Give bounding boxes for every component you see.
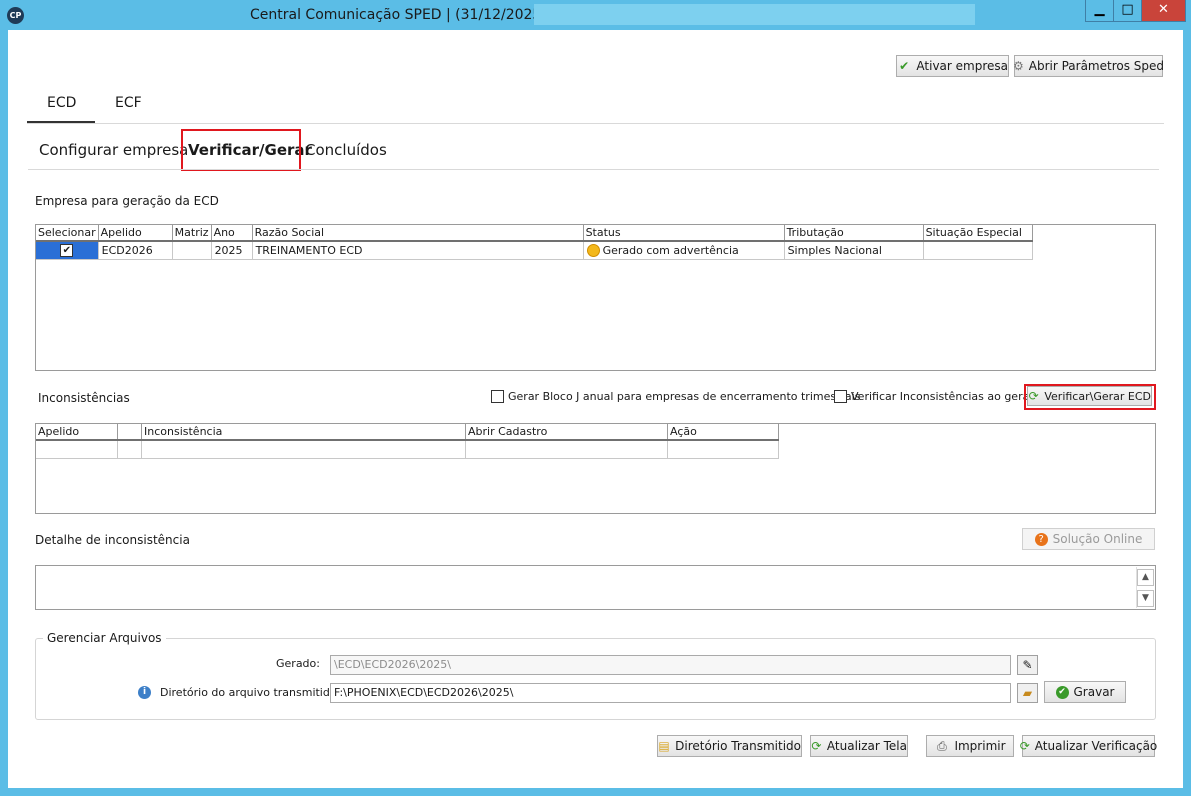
cell-apelido: ECD2026 [98,241,173,260]
title-bar: CP Central Comunicação SPED | (31/12/202… [0,0,1191,30]
scroll-up-icon[interactable]: ▲ [1137,569,1154,586]
close-button[interactable]: ✕ [1141,0,1186,22]
cell [36,440,118,459]
minimize-button[interactable]: ▁ [1085,0,1114,22]
select-cell[interactable]: ✔ [36,241,99,260]
atualizar-verificacao-button[interactable]: ⟳ Atualizar Verificação [1019,735,1158,757]
inconsistencias-header-row: Apelido Inconsistência Abrir Cadastro Aç… [36,424,779,441]
highlight-verificar-gerar [181,129,301,171]
gear-icon: ⚙ [1012,58,1024,73]
col-matriz[interactable]: Matriz [172,225,212,242]
highlight-verificar-gerar-ecd [1024,384,1156,410]
col-situacao-especial[interactable]: Situação Especial [923,225,1033,242]
gravar-label: Gravar [1073,685,1115,699]
window-title: Central Comunicação SPED | (31/12/2025) [250,7,547,23]
maximize-button[interactable]: □ [1113,0,1142,22]
diretorio-transmitido-label: Diretório Transmitido [675,739,801,753]
title-redacted-area [534,4,975,25]
gerenciar-arquivos-title: Gerenciar Arquivos [43,631,166,645]
empresa-header-row: Selecionar Apelido Matriz Ano Razão Soci… [36,225,1033,242]
col-selecionar[interactable]: Selecionar [36,225,99,242]
detalhe-title: Detalhe de inconsistência [35,533,190,547]
status-warning-icon [586,244,600,258]
scroll-down-icon[interactable]: ▼ [1137,590,1154,607]
refresh-icon: ⟳ [1019,738,1030,753]
cell [117,440,142,459]
col-acao[interactable]: Ação [667,424,779,441]
cell-ano: 2025 [211,241,253,260]
help-icon: ? [1034,532,1048,546]
col-apelido[interactable]: Apelido [36,424,118,441]
checkmark-icon: ✔ [899,58,910,73]
solucao-online-button[interactable]: ? Solução Online [1022,528,1155,550]
detalhe-textarea[interactable]: ▲ ▼ [35,565,1156,610]
empresa-section-title: Empresa para geração da ECD [35,194,219,208]
refresh-icon: ⟳ [811,738,822,753]
inconsistencias-table: Apelido Inconsistência Abrir Cadastro Aç… [36,424,779,459]
inconsistencias-grid: Apelido Inconsistência Abrir Cadastro Aç… [35,423,1156,514]
col-abrir-cadastro[interactable]: Abrir Cadastro [465,424,668,441]
gerado-label: Gerado: [276,657,320,670]
diretorio-label: Diretório do arquivo transmitido: [160,686,341,699]
col-apelido[interactable]: Apelido [98,225,173,242]
col-ano[interactable]: Ano [211,225,253,242]
cell-matriz [172,241,212,260]
inconsistencias-title: Inconsistências [38,391,130,405]
atualizar-tela-button[interactable]: ⟳ Atualizar Tela [810,735,908,757]
diretorio-transmitido-button[interactable]: ▤ Diretório Transmitido [657,735,802,757]
gravar-button[interactable]: ✔ Gravar [1044,681,1126,703]
status-text: Gerado com advertência [602,243,739,257]
abrir-parametros-label: Abrir Parâmetros Sped [1028,59,1165,73]
cell [141,440,466,459]
table-row[interactable] [36,440,779,459]
abrir-parametros-button[interactable]: ⚙ Abrir Parâmetros Sped [1012,55,1165,77]
verificar-inconsistencias-box[interactable] [834,390,847,403]
printer-icon: ⎙ [937,738,947,753]
verificar-inconsistencias-label: Verificar Inconsistências ao gerar [851,390,1034,403]
app-logo-icon: CP [7,7,24,24]
detalhe-scrollbar[interactable]: ▲ ▼ [1136,567,1154,608]
cell-status: Gerado com advertência [583,241,785,260]
col-status[interactable]: Status [583,225,785,242]
select-checkbox[interactable]: ✔ [60,244,74,258]
solucao-online-label: Solução Online [1052,532,1143,546]
gerar-bloco-j-checkbox[interactable]: Gerar Bloco J anual para empresas de enc… [491,390,860,403]
atualizar-verificacao-label: Atualizar Verificação [1034,739,1158,753]
tab-ecd[interactable]: ECD [47,95,76,111]
diretorio-field[interactable]: F:\PHOENIX\ECD\ECD2026\2025\ [330,683,1011,703]
main-window: ✔ Ativar empresa ⚙ Abrir Parâmetros Sped… [8,30,1183,788]
empresa-grid: Selecionar Apelido Matriz Ano Razão Soci… [35,224,1156,371]
verificar-inconsistencias-checkbox[interactable]: Verificar Inconsistências ao gerar [834,390,1034,403]
empresa-table: Selecionar Apelido Matriz Ano Razão Soci… [36,225,1033,260]
imprimir-button[interactable]: ⎙ Imprimir [926,735,1014,757]
ativar-empresa-label: Ativar empresa [916,59,1008,73]
imprimir-label: Imprimir [954,739,1006,753]
folder-icon[interactable]: ▰ [1017,683,1038,703]
gerar-bloco-j-box[interactable] [491,390,504,403]
cell-razao-social: TREINAMENTO ECD [252,241,584,260]
table-row[interactable]: ✔ ECD2026 2025 TREINAMENTO ECD Gerado co… [36,241,1033,260]
cell-tributacao: Simples Nacional [784,241,924,260]
cell [465,440,668,459]
folder-transfer-icon: ▤ [658,738,670,753]
atualizar-tela-label: Atualizar Tela [826,739,907,753]
subtabs-divider [28,169,1159,170]
info-icon: i [138,686,151,699]
gerado-field[interactable]: \ECD\ECD2026\2025\ [330,655,1011,675]
col-blank[interactable] [117,424,142,441]
subtab-configurar-empresa[interactable]: Configurar empresa [39,141,188,159]
cell-situacao-especial [923,241,1033,260]
tab-ecf[interactable]: ECF [115,95,142,111]
col-inconsistencia[interactable]: Inconsistência [141,424,466,441]
col-razao-social[interactable]: Razão Social [252,225,584,242]
cell [667,440,779,459]
ativar-empresa-button[interactable]: ✔ Ativar empresa [896,55,1009,77]
gerar-bloco-j-label: Gerar Bloco J anual para empresas de enc… [508,390,861,403]
tabs-divider [27,123,1164,124]
edit-icon[interactable]: ✎ [1017,655,1038,675]
subtab-concluidos[interactable]: Concluídos [305,141,387,159]
confirm-icon: ✔ [1055,685,1069,699]
gerenciar-arquivos-group [35,638,1156,720]
col-tributacao[interactable]: Tributação [784,225,924,242]
